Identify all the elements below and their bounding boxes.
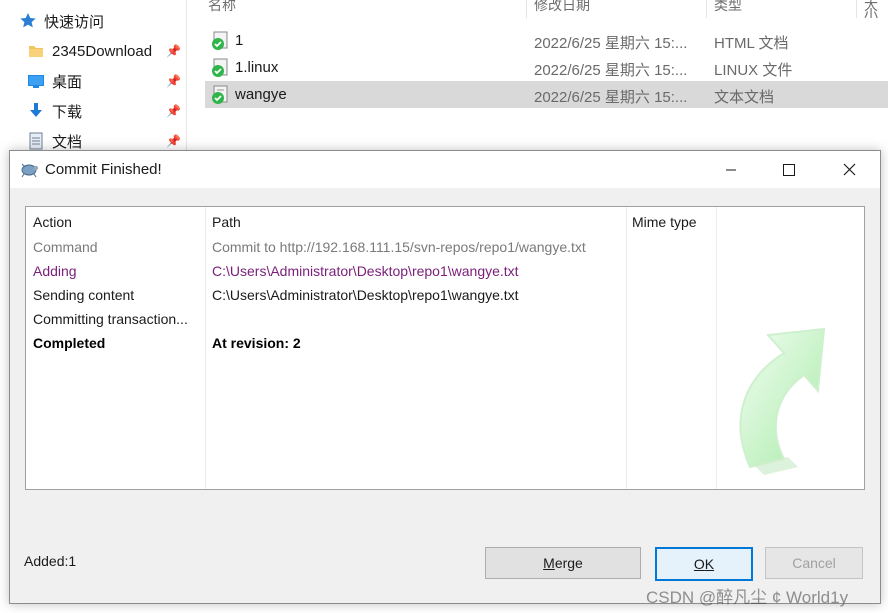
column-header-name[interactable]: 名称 [208,0,236,18]
sidebar-item-label: 文档 [52,133,83,151]
ok-label: K [704,556,715,572]
log-row-sending[interactable]: Sending content C:\Users\Administrator\D… [26,287,864,311]
file-date: 2022/6/25 星期六 15:... [534,62,688,79]
sidebar-item-label: 桌面 [52,73,83,91]
sidebar-item-desktop[interactable]: 桌面 📌 [0,67,186,95]
minimize-button[interactable] [702,151,760,188]
star-icon [18,11,38,31]
minimize-icon [726,169,736,170]
column-header-path[interactable]: Path [212,214,241,230]
column-header-date[interactable]: 修改日期 [534,0,590,18]
pane-divider [186,0,187,150]
maximize-button[interactable] [760,151,818,188]
merge-label: erge [554,555,583,571]
file-name: wangye [235,86,287,103]
file-row[interactable]: 1.linux 2022/6/25 星期六 15:... LINUX 文件 [205,54,888,81]
download-icon [26,101,46,121]
log-action: Adding [33,263,77,279]
sidebar-item-quick-access[interactable]: 快速访问 [0,7,186,35]
svn-file-icon [210,85,230,109]
sidebar-item-2345download[interactable]: 2345Download 📌 [0,37,186,65]
sidebar-item-label: 下载 [52,103,83,121]
file-row[interactable]: 1 2022/6/25 星期六 15:... HTML 文档 [205,27,888,54]
log-path: Commit to http://192.168.111.15/svn-repo… [212,239,586,255]
sidebar-item-label: 快速访问 [44,13,105,31]
log-row-adding[interactable]: Adding C:\Users\Administrator\Desktop\re… [26,263,864,287]
column-separator[interactable] [526,0,527,18]
log-row-command[interactable]: Command Commit to http://192.168.111.15/… [26,239,864,263]
log-action: Sending content [33,287,135,303]
column-header-size[interactable]: 大小 [864,0,888,18]
svn-file-icon [210,31,230,55]
cancel-button[interactable]: Cancel [765,547,863,579]
log-action: Completed [33,335,106,351]
file-name: 1.linux [235,59,279,76]
sidebar-item-label: 2345Download [52,42,153,60]
cancel-label: Cancel [792,555,836,571]
desktop-icon [26,71,46,91]
ok-button[interactable]: OK [655,547,753,581]
log-path: C:\Users\Administrator\Desktop\repo1\wan… [212,263,519,279]
commit-finished-dialog: Commit Finished! Action Path Mime type C… [9,150,881,604]
log-action: Committing transaction... [33,311,188,327]
ok-accel: O [693,556,705,572]
close-icon [843,163,855,176]
pin-icon: 📌 [166,44,181,58]
pin-icon: 📌 [166,74,181,88]
log-action: Command [33,239,98,255]
column-separator[interactable] [706,0,707,18]
maximize-icon [783,163,795,176]
folder-icon [26,41,46,61]
tortoise-icon [19,160,39,183]
document-icon [26,131,46,151]
file-date: 2022/6/25 星期六 15:... [534,89,688,106]
file-name: 1 [235,32,244,49]
commit-arrow-icon [739,327,826,475]
column-separator[interactable] [856,0,857,18]
file-type: 文本文档 [714,89,775,106]
pin-icon: 📌 [166,104,181,118]
merge-button[interactable]: Merge [485,547,641,579]
log-path: C:\Users\Administrator\Desktop\repo1\wan… [212,287,519,303]
merge-accel: M [543,555,555,571]
file-type: LINUX 文件 [714,62,793,79]
commit-log-list[interactable]: Action Path Mime type Command Commit to … [25,206,865,490]
pin-icon: 📌 [166,134,181,148]
sidebar-item-downloads[interactable]: 下载 📌 [0,97,186,125]
file-row-selected[interactable]: wangye 2022/6/25 星期六 15:... 文本文档 [205,81,888,108]
close-button[interactable] [820,151,878,188]
svn-file-icon [210,58,230,82]
column-header-action[interactable]: Action [33,214,72,230]
navigation-pane: 快速访问 2345Download 📌 桌面 📌 下载 📌 文档 📌 [0,0,186,160]
status-added: Added:1 [24,553,77,569]
dialog-title: Commit Finished! [45,161,162,178]
watermark: CSDN @醉凡尘 ¢ World1y [646,588,849,607]
title-bar[interactable]: Commit Finished! [10,151,880,188]
file-type: HTML 文档 [714,35,789,52]
log-path: At revision: 2 [212,335,301,351]
column-header-mime[interactable]: Mime type [632,214,697,230]
file-date: 2022/6/25 星期六 15:... [534,35,688,52]
column-header-type[interactable]: 类型 [714,0,742,18]
